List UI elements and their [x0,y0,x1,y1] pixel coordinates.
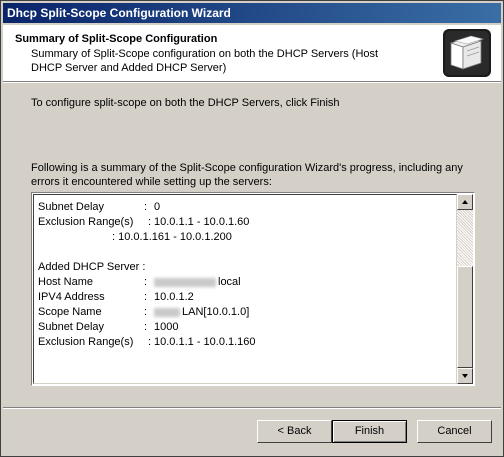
scroll-thumb[interactable] [457,266,473,368]
row-sep: : [144,201,148,213]
folder-icon [441,27,493,79]
redacted-text [154,277,216,287]
row-value: 10.0.1.1 - 10.0.1.60 [154,216,250,228]
summary-intro: Following is a summary of the Split-Scop… [31,162,463,188]
row-sep: : [148,336,152,348]
row-sep: : [144,321,148,333]
title-bar[interactable]: Dhcp Split-Scope Configuration Wizard [3,3,501,23]
row-key: Subnet Delay [38,321,105,333]
wizard-header: Summary of Split-Scope Configuration Sum… [3,25,501,82]
finish-instruction: To configure split-scope on both the DHC… [31,97,340,109]
back-button-label: < Back [277,425,312,437]
summary-textbox[interactable]: Subnet Delay : 0 Exclusion Range(s) : 10… [31,192,475,386]
row-sep: : [144,306,148,318]
row-sep: : [144,291,148,303]
row-value: 10.0.1.1 - 10.0.1.160 [154,336,256,348]
cancel-button-label: Cancel [437,425,472,437]
row-key: IPV4 Address [38,291,105,303]
scroll-up-button[interactable] [457,194,473,210]
row-value: 1000 [154,321,179,333]
row-key: Exclusion Range(s) [38,336,134,348]
scroll-down-button[interactable] [457,368,473,384]
arrow-up-icon [462,200,468,204]
row-value-text: LAN[10.0.1.0] [182,306,250,318]
vertical-scrollbar[interactable] [457,194,473,384]
cancel-button[interactable]: Cancel [417,420,492,443]
back-button[interactable]: < Back [257,420,332,443]
row-value: : 10.0.1.161 - 10.0.1.200 [112,231,232,243]
row-value: LAN[10.0.1.0] [154,305,249,320]
finish-button[interactable]: Finish [332,420,407,443]
redacted-text [154,307,180,317]
row-value: local [154,275,241,290]
row-value: 10.0.1.2 [154,291,194,303]
header-title: Summary of Split-Scope Configuration [15,33,218,45]
row-value: 0 [154,201,161,213]
row-key: Scope Name [38,306,102,318]
row-key: Host Name [38,276,94,288]
wizard-window: Dhcp Split-Scope Configuration Wizard Su… [0,0,504,457]
row-key: Exclusion Range(s) [38,216,134,228]
row-key: Subnet Delay [38,201,105,213]
row-value-text: local [218,276,241,288]
summary-text-area[interactable]: Subnet Delay : 0 Exclusion Range(s) : 10… [33,194,457,384]
header-divider [3,82,501,83]
arrow-down-icon [462,374,468,378]
finish-button-label: Finish [354,425,385,437]
window-title: Dhcp Split-Scope Configuration Wizard [7,6,231,20]
row-sep: : [144,276,148,288]
scroll-track[interactable] [457,210,473,266]
added-server-heading: Added DHCP Server : [38,261,146,273]
row-sep: : [148,216,152,228]
footer-divider-highlight [3,408,501,409]
header-description: Summary of Split-Scope configuration on … [31,48,379,74]
